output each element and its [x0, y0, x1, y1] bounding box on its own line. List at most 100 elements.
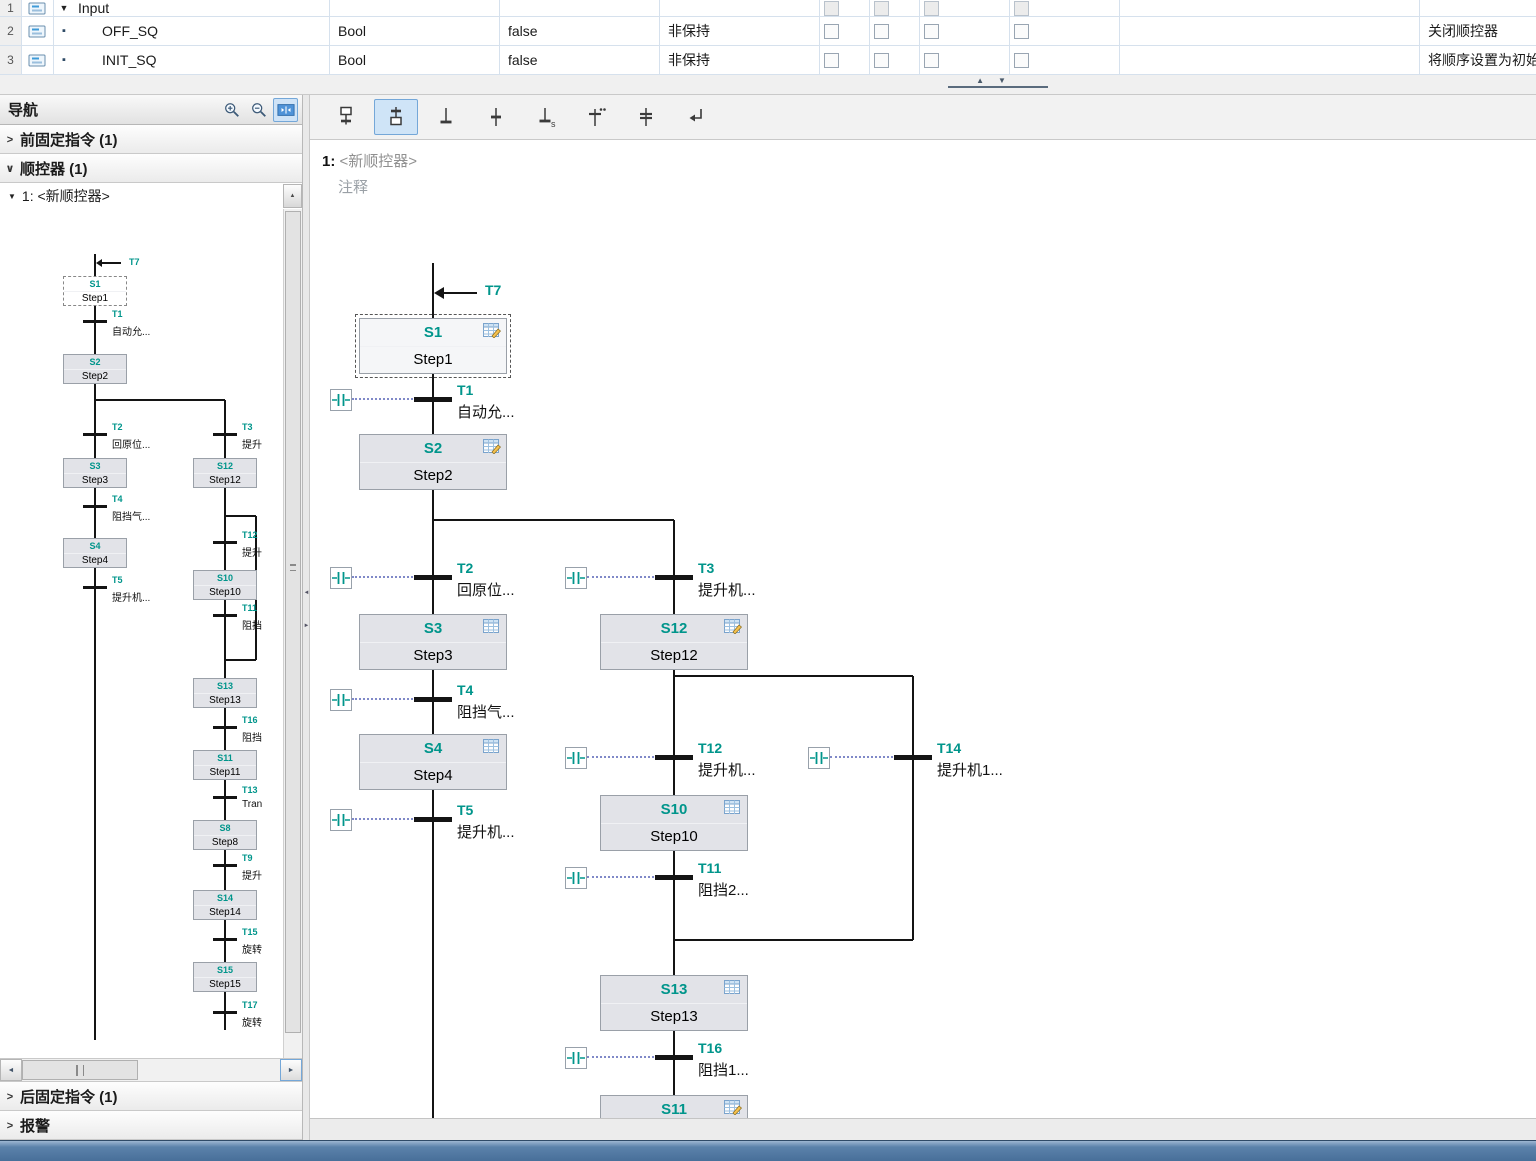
checkbox[interactable] [1014, 1, 1029, 16]
section-sequencers[interactable]: ∨ 顺控器 (1) [0, 154, 302, 183]
sfc-transition-bar[interactable] [414, 575, 452, 580]
sfc-step[interactable]: S12Step12 [600, 614, 748, 670]
transition-condition-icon[interactable] [330, 389, 352, 411]
comment-cell[interactable] [1420, 0, 1536, 16]
sfc-transition-bar[interactable] [213, 1011, 237, 1014]
sfc-transition-bar[interactable] [213, 796, 237, 799]
transition-condition-icon[interactable] [565, 867, 587, 889]
sfc-step[interactable]: S11Step11 [193, 750, 257, 780]
sfc-step[interactable]: S1Step1 [63, 276, 127, 306]
table-row-input-group[interactable]: 1 ▼ Input [0, 0, 1536, 17]
default-value-cell[interactable] [500, 0, 660, 16]
scrollbar-grip[interactable] [76, 1065, 84, 1076]
sfc-transition-bar[interactable] [414, 697, 452, 702]
close-branch-button[interactable] [674, 99, 718, 135]
scrollbar-thumb[interactable] [285, 211, 301, 1033]
splitter-expand-icon[interactable]: ► [303, 623, 310, 629]
step-actions-icon[interactable] [724, 619, 742, 637]
sequence-minimap[interactable]: T7T1自动允...T2回原位...T3提升T4阻挡气...T12提升T5提升机… [0, 209, 283, 1058]
sfc-transition-bar[interactable] [213, 726, 237, 729]
checkbox[interactable] [924, 1, 939, 16]
sfc-transition-bar[interactable] [414, 397, 452, 402]
sfc-step[interactable]: S1Step1 [359, 318, 507, 374]
sfc-transition-bar[interactable] [213, 433, 237, 436]
sfc-step[interactable]: S15Step15 [193, 962, 257, 992]
overview-horizontal-scrollbar[interactable]: ◄ ► [0, 1058, 302, 1082]
sfc-step[interactable]: S10Step10 [193, 570, 257, 600]
sfc-step[interactable]: S12Step12 [193, 458, 257, 488]
sfc-transition-bar[interactable] [655, 575, 693, 580]
overview-vertical-scrollbar[interactable] [283, 209, 302, 1058]
transition-condition-icon[interactable] [330, 689, 352, 711]
sequence-overview[interactable]: T7T1自动允...T2回原位...T3提升T4阻挡气...T12提升T5提升机… [0, 209, 302, 1058]
sfc-step[interactable]: S4Step4 [63, 538, 127, 568]
step-actions-icon[interactable] [483, 619, 501, 637]
retain-cell[interactable]: 非保持 [660, 17, 820, 45]
table-row-off-sq[interactable]: 2 ▪ OFF_SQ Bool false 非保持 关闭顺控器 [0, 17, 1536, 46]
retain-cell[interactable] [660, 0, 820, 16]
scroll-right-button[interactable]: ► [280, 1059, 302, 1081]
transition-condition-icon[interactable] [565, 747, 587, 769]
insert-step-and-transition-button[interactable] [324, 99, 368, 135]
expand-arrow-icon[interactable]: ▼ [54, 0, 74, 16]
data-type-cell[interactable] [330, 0, 500, 16]
sfc-step[interactable]: S13Step13 [193, 678, 257, 708]
tree-expand-icon[interactable]: ▼ [8, 192, 16, 201]
insert-step-button[interactable] [424, 99, 468, 135]
sfc-chart-canvas[interactable]: 1: <新顺控器> 注释 T7T1自动允...T2回原位...T3提升机...T… [310, 140, 1536, 1118]
table-row-init-sq[interactable]: 3 ▪ INIT_SQ Bool false 非保持 将顺序设置为初始状 [0, 46, 1536, 75]
checkbox[interactable] [1014, 53, 1029, 68]
tag-name-cell[interactable]: INIT_SQ [74, 46, 330, 74]
comment-cell[interactable]: 将顺序设置为初始状 [1420, 46, 1536, 74]
step-actions-icon[interactable] [724, 1100, 742, 1118]
fit-width-button[interactable] [273, 98, 298, 122]
checkbox[interactable] [824, 1, 839, 16]
checkbox[interactable] [1014, 24, 1029, 39]
checkbox[interactable] [874, 53, 889, 68]
sfc-transition-bar[interactable] [83, 586, 107, 589]
sfc-step[interactable]: S13Step13 [600, 975, 748, 1031]
scrollbar-thumb[interactable] [22, 1060, 138, 1080]
transition-condition-icon[interactable] [565, 1047, 587, 1069]
sfc-transition-bar[interactable] [655, 755, 693, 760]
data-type-cell[interactable]: Bool [330, 17, 500, 45]
default-value-cell[interactable]: false [500, 46, 660, 74]
zoom-out-button[interactable] [246, 98, 271, 122]
scrollbar-track[interactable] [22, 1059, 222, 1081]
transition-condition-icon[interactable] [565, 567, 587, 589]
checkbox[interactable] [924, 53, 939, 68]
scroll-left-button[interactable]: ◄ [0, 1059, 22, 1081]
transition-condition-icon[interactable] [330, 809, 352, 831]
sfc-step[interactable]: S2Step2 [63, 354, 127, 384]
sfc-transition-bar[interactable] [414, 817, 452, 822]
transition-condition-icon[interactable] [330, 567, 352, 589]
sfc-transition-bar[interactable] [655, 875, 693, 880]
sfc-transition-bar[interactable] [213, 938, 237, 941]
sfc-step[interactable]: S3Step3 [359, 614, 507, 670]
tag-name-cell[interactable]: OFF_SQ [74, 17, 330, 45]
transition-condition-icon[interactable] [808, 747, 830, 769]
splitter-handle[interactable] [948, 86, 1048, 88]
sfc-transition-bar[interactable] [655, 1055, 693, 1060]
section-post-instructions[interactable]: > 后固定指令 (1) [0, 1082, 302, 1111]
checkbox[interactable] [924, 24, 939, 39]
sfc-transition-bar[interactable] [213, 541, 237, 544]
checkbox[interactable] [874, 24, 889, 39]
data-type-cell[interactable]: Bool [330, 46, 500, 74]
retain-cell[interactable]: 非保持 [660, 46, 820, 74]
open-alternative-branch-button[interactable] [574, 99, 618, 135]
insert-transition-button[interactable] [474, 99, 518, 135]
step-actions-icon[interactable] [483, 439, 501, 457]
insert-step-with-supervision-button[interactable]: s [524, 99, 568, 135]
step-actions-icon[interactable] [483, 323, 501, 341]
sfc-step[interactable]: S11Step11 [600, 1095, 748, 1118]
collapse-up-icon[interactable]: ▲ [976, 76, 998, 85]
panel-splitter[interactable]: ◄ ► [303, 95, 310, 1140]
sfc-step[interactable]: S3Step3 [63, 458, 127, 488]
sfc-step[interactable]: S4Step4 [359, 734, 507, 790]
section-pre-instructions[interactable]: > 前固定指令 (1) [0, 125, 302, 154]
zoom-in-button[interactable] [219, 98, 244, 122]
sfc-transition-bar[interactable] [213, 614, 237, 617]
sfc-transition-bar[interactable] [894, 755, 932, 760]
table-editor-splitter[interactable]: ▲▼ [0, 75, 1536, 95]
